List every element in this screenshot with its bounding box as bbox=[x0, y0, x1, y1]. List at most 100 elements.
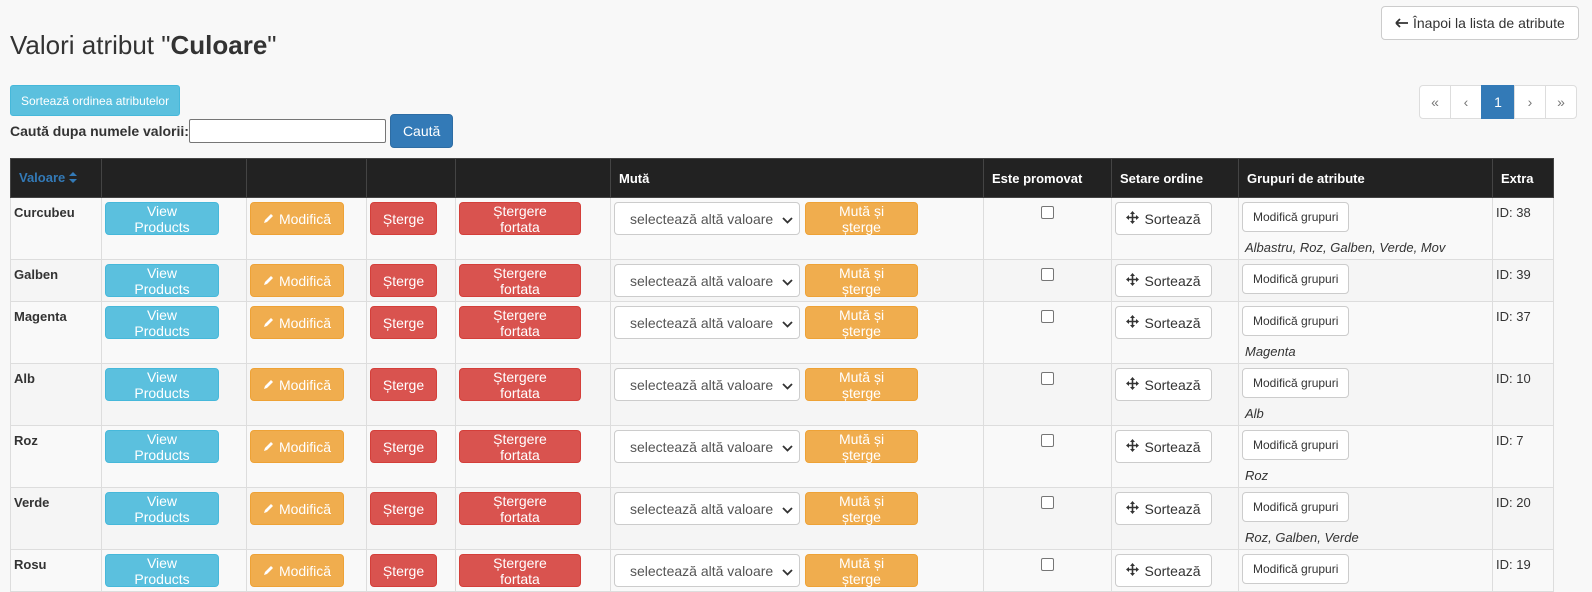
pencil-icon bbox=[263, 315, 274, 331]
force-delete-button[interactable]: Ștergere fortata bbox=[459, 264, 581, 297]
force-delete-button[interactable]: Ștergere fortata bbox=[459, 492, 581, 525]
force-delete-button[interactable]: Ștergere fortata bbox=[459, 202, 581, 235]
page-next-button[interactable]: › bbox=[1514, 85, 1546, 119]
pencil-icon bbox=[263, 501, 274, 517]
promoted-cell bbox=[983, 425, 1112, 488]
modify-button[interactable]: Modifică bbox=[250, 554, 344, 587]
sort-button[interactable]: Sortează bbox=[1115, 202, 1212, 235]
values-table: Valoare Mută Este promovat Setare ordine… bbox=[10, 158, 1554, 592]
delete-button[interactable]: Șterge bbox=[370, 430, 437, 463]
move-and-delete-button[interactable]: Mută și șterge bbox=[805, 368, 918, 401]
move-and-delete-button[interactable]: Mută și șterge bbox=[805, 554, 918, 587]
delete-button[interactable]: Șterge bbox=[370, 202, 437, 235]
move-cell: selectează altă valoare Mută și șterge bbox=[610, 301, 984, 364]
move-cell: selectează altă valoare Mută și șterge bbox=[610, 425, 984, 488]
modify-groups-button[interactable]: Modifică grupuri bbox=[1242, 264, 1350, 294]
view-cell: View Products bbox=[101, 487, 247, 550]
promoted-checkbox[interactable] bbox=[1041, 558, 1054, 571]
page-first-button[interactable]: « bbox=[1419, 85, 1451, 119]
view-products-button[interactable]: View Products bbox=[105, 264, 219, 297]
modify-groups-button[interactable]: Modifică grupuri bbox=[1242, 554, 1350, 584]
sort-button[interactable]: Sortează bbox=[1115, 306, 1212, 339]
view-products-button[interactable]: View Products bbox=[105, 368, 219, 401]
modify-groups-button[interactable]: Modifică grupuri bbox=[1242, 430, 1350, 460]
move-target-select[interactable]: selectează altă valoare bbox=[614, 264, 800, 297]
move-target-select[interactable]: selectează altă valoare bbox=[614, 368, 800, 401]
modify-label: Modifică bbox=[278, 210, 332, 227]
move-and-delete-button[interactable]: Mută și șterge bbox=[805, 202, 918, 235]
page-current-button[interactable]: 1 bbox=[1481, 85, 1515, 119]
groups-cell: Modifică grupuri Roz bbox=[1238, 425, 1493, 488]
move-target-select[interactable]: selectează altă valoare bbox=[614, 306, 800, 339]
sort-button[interactable]: Sortează bbox=[1115, 492, 1212, 525]
delete-cell: Șterge bbox=[366, 301, 456, 364]
column-header-value[interactable]: Valoare bbox=[10, 158, 102, 198]
force-delete-button[interactable]: Ștergere fortata bbox=[459, 430, 581, 463]
move-target-select[interactable]: selectează altă valoare bbox=[614, 554, 800, 587]
order-cell: Sortează bbox=[1111, 301, 1239, 364]
force-delete-button[interactable]: Ștergere fortata bbox=[459, 368, 581, 401]
move-controls: selectează altă valoare Mută și șterge bbox=[614, 554, 980, 587]
move-and-delete-button[interactable]: Mută și șterge bbox=[805, 306, 918, 339]
view-products-button[interactable]: View Products bbox=[105, 554, 219, 587]
promoted-checkbox[interactable] bbox=[1041, 434, 1054, 447]
force-delete-cell: Ștergere fortata bbox=[455, 259, 611, 302]
move-select-value: selectează altă valoare bbox=[630, 500, 774, 517]
promoted-checkbox[interactable] bbox=[1041, 372, 1054, 385]
sort-button[interactable]: Sortează bbox=[1115, 430, 1212, 463]
move-target-select[interactable]: selectează altă valoare bbox=[614, 492, 800, 525]
sort-button[interactable]: Sortează bbox=[1115, 264, 1212, 297]
modify-button[interactable]: Modifică bbox=[250, 492, 344, 525]
promoted-checkbox[interactable] bbox=[1041, 206, 1054, 219]
view-products-button[interactable]: View Products bbox=[105, 306, 219, 339]
force-delete-button[interactable]: Ștergere fortata bbox=[459, 554, 581, 587]
modify-button[interactable]: Modifică bbox=[250, 202, 344, 235]
search-input[interactable] bbox=[188, 119, 386, 143]
pagination: « ‹ 1 › » bbox=[1419, 85, 1577, 119]
back-to-attributes-button[interactable]: Înapoi la lista de atribute bbox=[1381, 6, 1579, 40]
value-name: Alb bbox=[14, 371, 35, 386]
view-products-button[interactable]: View Products bbox=[105, 492, 219, 525]
delete-button[interactable]: Șterge bbox=[370, 306, 437, 339]
view-products-button[interactable]: View Products bbox=[105, 202, 219, 235]
modify-cell: Modifică bbox=[246, 197, 367, 260]
sort-label: Sortează bbox=[1144, 500, 1201, 517]
search-button[interactable]: Caută bbox=[389, 114, 454, 148]
sort-button[interactable]: Sortează bbox=[1115, 554, 1212, 587]
page-prev-button[interactable]: ‹ bbox=[1450, 85, 1482, 119]
move-target-select[interactable]: selectează altă valoare bbox=[614, 430, 800, 463]
modify-button[interactable]: Modifică bbox=[250, 430, 344, 463]
delete-cell: Șterge bbox=[366, 363, 456, 426]
modify-button[interactable]: Modifică bbox=[250, 368, 344, 401]
search-row: Caută dupa numele valorii: Caută bbox=[10, 114, 454, 148]
modify-groups-button[interactable]: Modifică grupuri bbox=[1242, 368, 1350, 398]
delete-cell: Șterge bbox=[366, 487, 456, 550]
order-cell: Sortează bbox=[1111, 425, 1239, 488]
sort-attributes-button[interactable]: Sortează ordinea atributelor bbox=[10, 85, 181, 116]
value-id: ID: 19 bbox=[1496, 557, 1531, 572]
modify-groups-button[interactable]: Modifică grupuri bbox=[1242, 306, 1350, 336]
sort-button[interactable]: Sortează bbox=[1115, 368, 1212, 401]
page-last-button[interactable]: » bbox=[1545, 85, 1577, 119]
promoted-checkbox[interactable] bbox=[1041, 310, 1054, 323]
move-and-delete-button[interactable]: Mută și șterge bbox=[805, 430, 918, 463]
move-target-select[interactable]: selectează altă valoare bbox=[614, 202, 800, 235]
promoted-cell bbox=[983, 549, 1112, 592]
move-arrows-icon bbox=[1126, 210, 1140, 227]
modify-groups-button[interactable]: Modifică grupuri bbox=[1242, 202, 1350, 232]
extra-cell: ID: 38 bbox=[1492, 197, 1554, 260]
delete-button[interactable]: Șterge bbox=[370, 264, 437, 297]
promoted-checkbox[interactable] bbox=[1041, 268, 1054, 281]
promoted-checkbox[interactable] bbox=[1041, 496, 1054, 509]
delete-button[interactable]: Șterge bbox=[370, 554, 437, 587]
delete-button[interactable]: Șterge bbox=[370, 492, 437, 525]
modify-button[interactable]: Modifică bbox=[250, 264, 344, 297]
move-and-delete-button[interactable]: Mută și șterge bbox=[805, 264, 918, 297]
modify-groups-button[interactable]: Modifică grupuri bbox=[1242, 492, 1350, 522]
force-delete-button[interactable]: Ștergere fortata bbox=[459, 306, 581, 339]
view-products-button[interactable]: View Products bbox=[105, 430, 219, 463]
move-and-delete-button[interactable]: Mută și șterge bbox=[805, 492, 918, 525]
delete-button[interactable]: Șterge bbox=[370, 368, 437, 401]
modify-button[interactable]: Modifică bbox=[250, 306, 344, 339]
value-id: ID: 38 bbox=[1496, 205, 1531, 220]
